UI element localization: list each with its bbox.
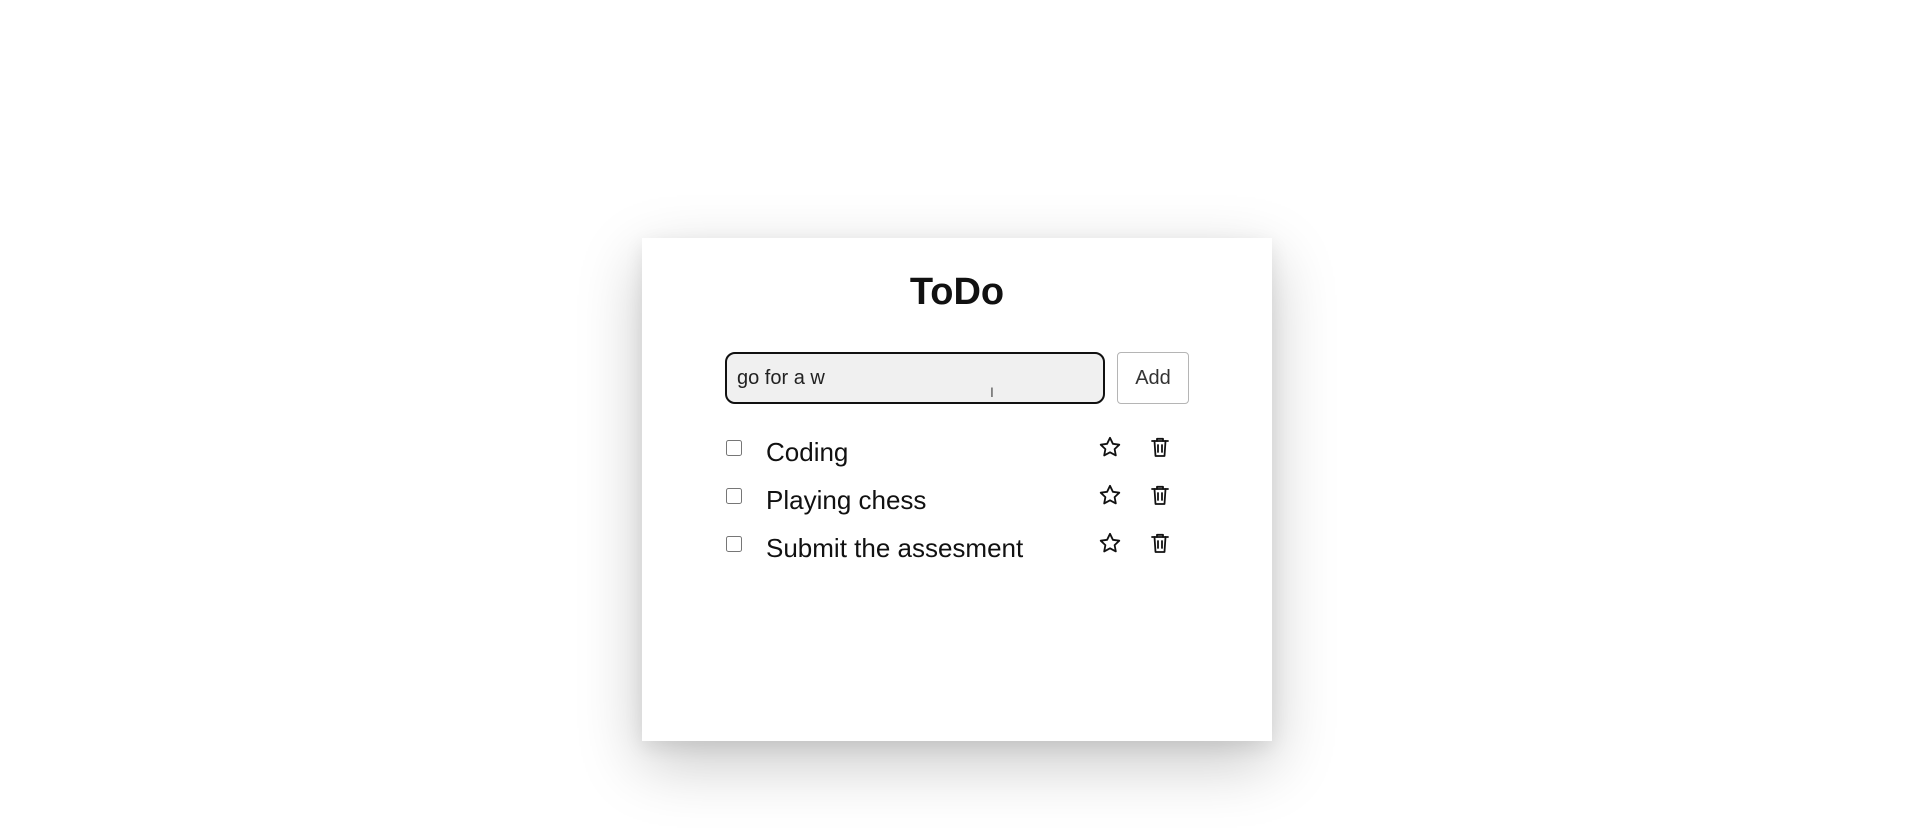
todo-input[interactable]: [725, 352, 1105, 404]
todo-checkbox[interactable]: [726, 536, 742, 552]
todo-item: Submit the assesment: [725, 522, 1185, 570]
todo-label: Coding: [766, 437, 849, 467]
new-todo-form: I Add: [725, 352, 1189, 404]
todo-list: Coding Playing chess Submit the assesmen…: [725, 426, 1185, 570]
star-icon[interactable]: [1095, 528, 1125, 558]
todo-item: Playing chess: [725, 474, 1185, 522]
star-icon[interactable]: [1095, 480, 1125, 510]
todo-card: ToDo I Add Coding: [642, 238, 1272, 741]
add-button[interactable]: Add: [1117, 352, 1189, 404]
trash-icon[interactable]: [1145, 480, 1175, 510]
trash-icon[interactable]: [1145, 528, 1175, 558]
todo-label: Submit the assesment: [766, 533, 1024, 563]
page-title: ToDo: [909, 271, 1005, 313]
star-icon[interactable]: [1095, 432, 1125, 462]
trash-icon[interactable]: [1145, 432, 1175, 462]
todo-label: Playing chess: [766, 485, 927, 515]
todo-checkbox[interactable]: [726, 488, 742, 504]
todo-item: Coding: [725, 426, 1185, 474]
todo-checkbox[interactable]: [726, 440, 742, 456]
